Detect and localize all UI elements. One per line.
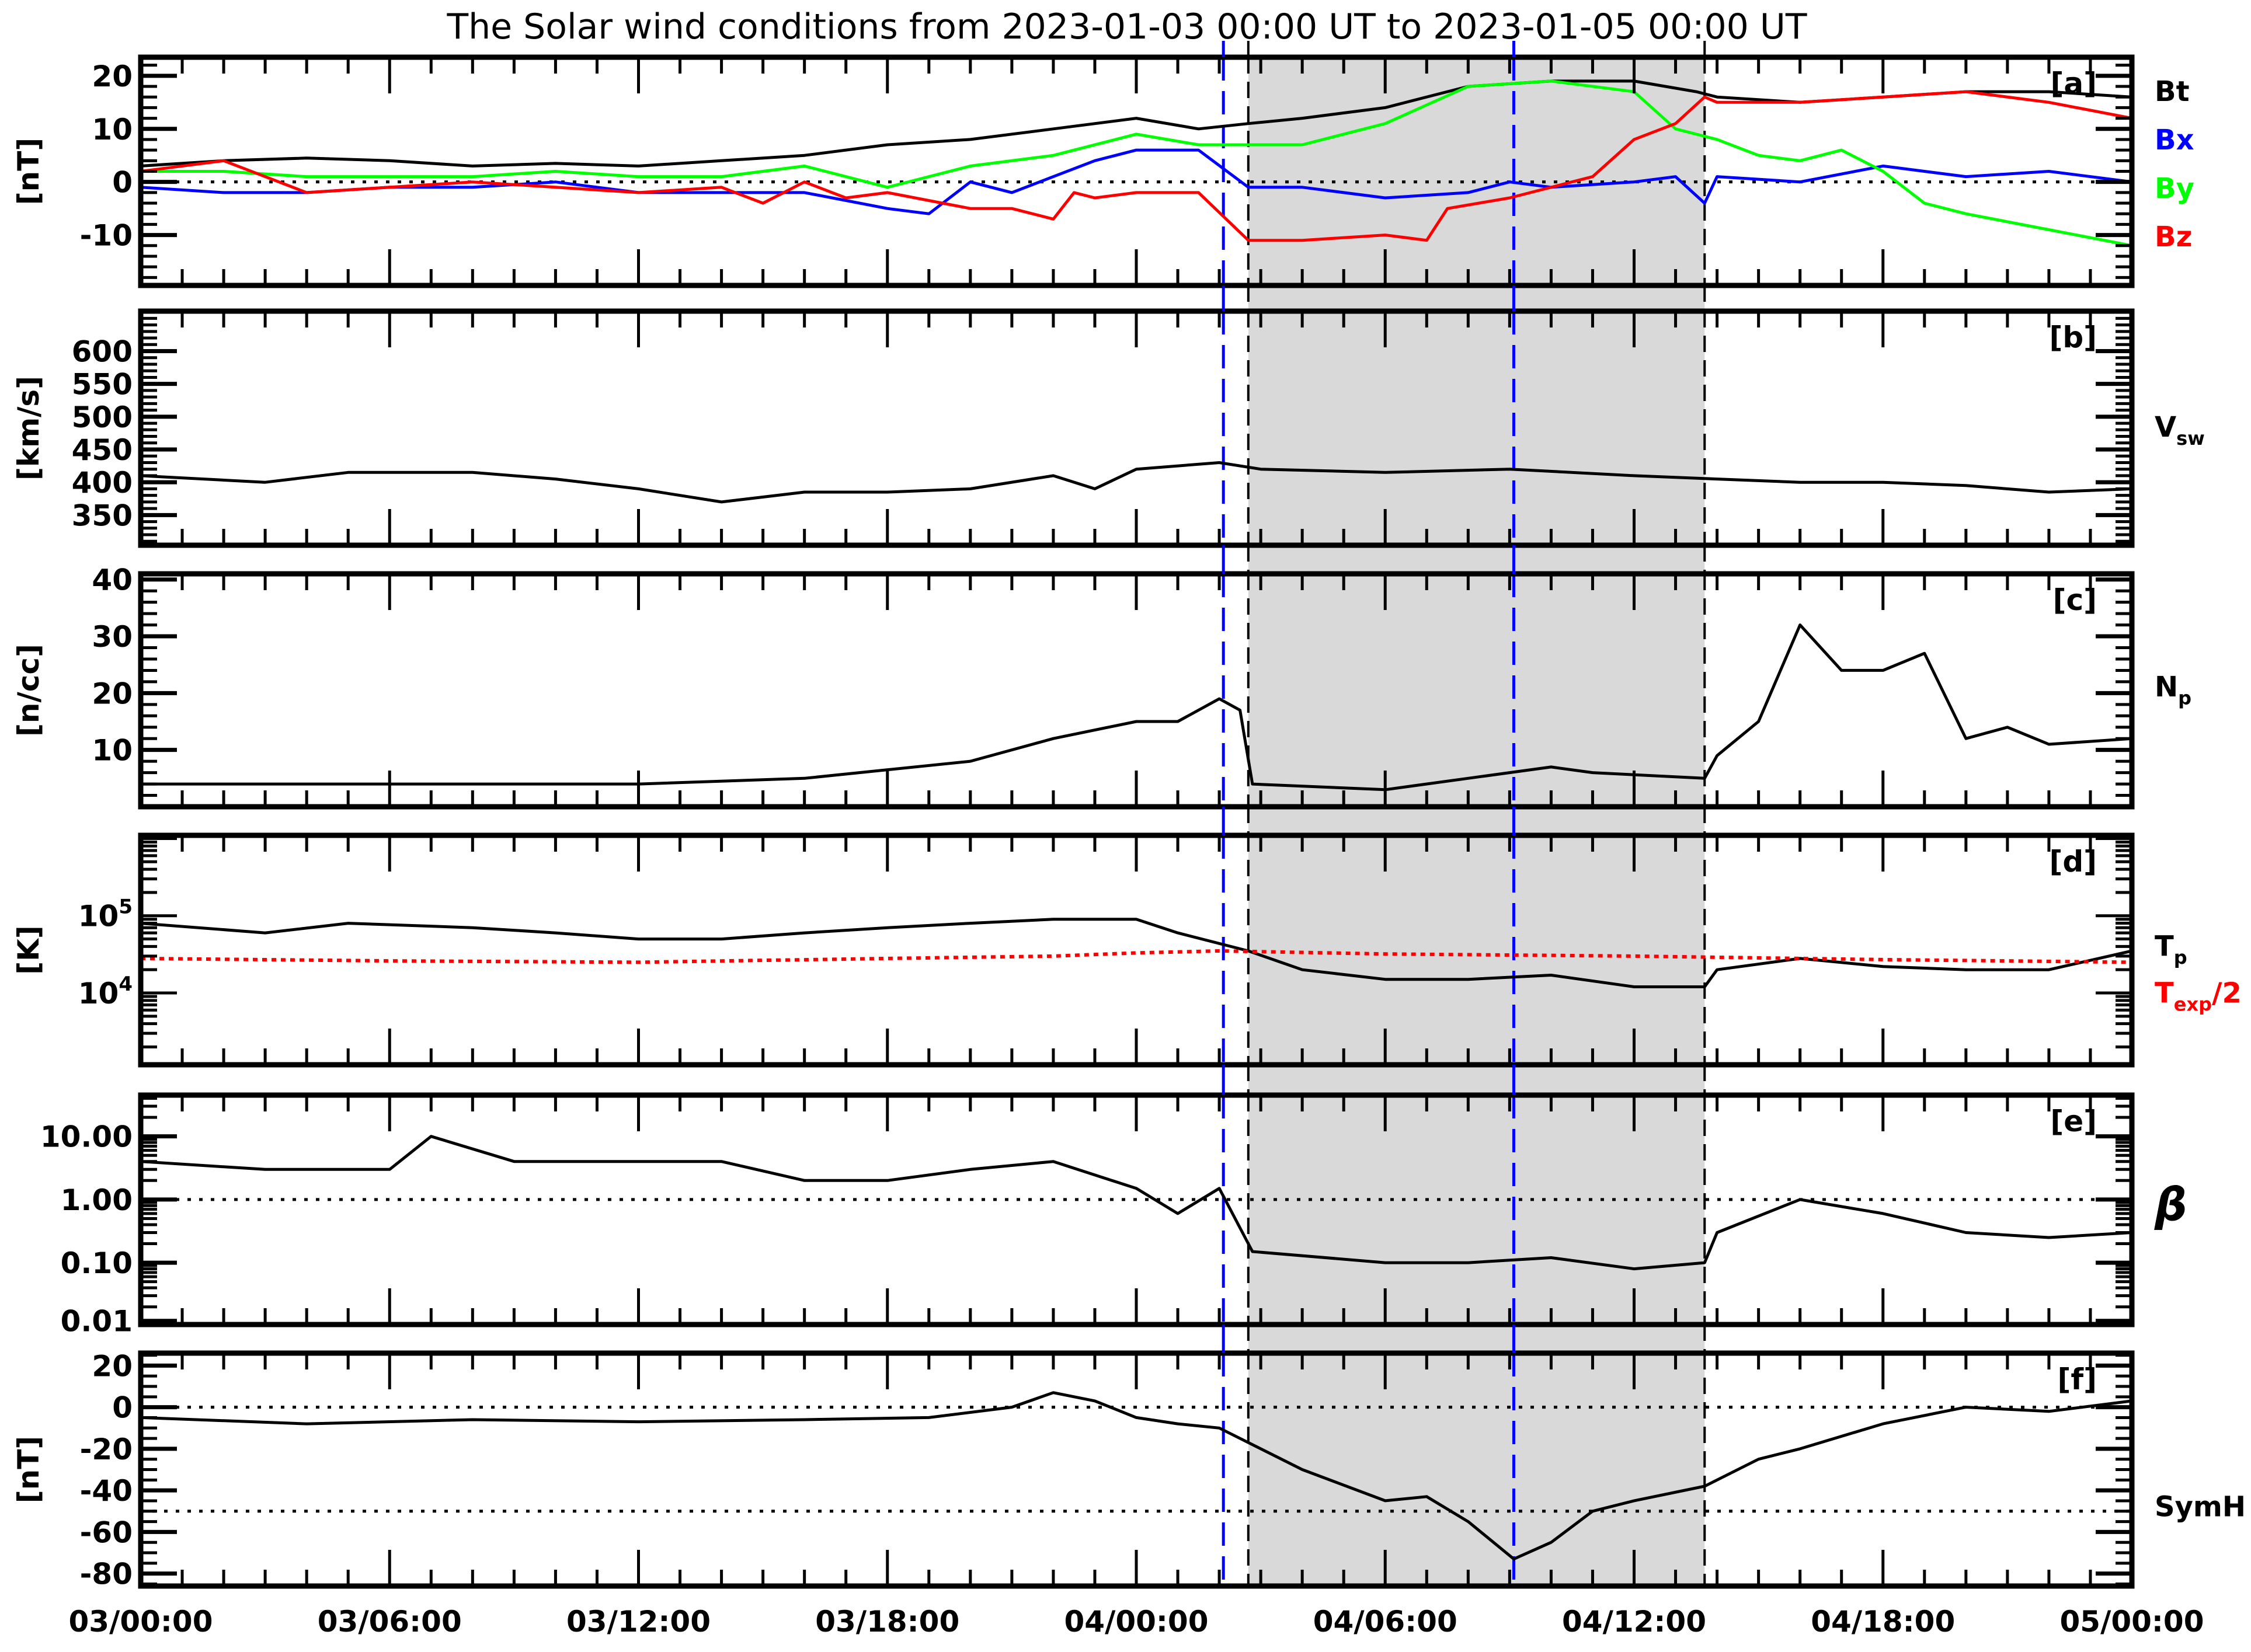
- legend-label-main: N: [2155, 671, 2178, 703]
- y-tick-label: 30: [92, 620, 133, 654]
- y-tick-exponent: 5: [119, 895, 133, 919]
- y-tick-label: 104: [78, 973, 133, 1010]
- y-tick-label: -20: [80, 1433, 133, 1466]
- y-tick-label: -80: [80, 1557, 133, 1591]
- x-tick-label: 04/00:00: [1064, 1605, 1209, 1639]
- legend-label-bt: Bt: [2155, 75, 2190, 108]
- panel-b: 350400450500550600 [km/s] [b] Vsw: [12, 308, 2205, 548]
- y-tick-label: 400: [72, 466, 133, 500]
- series-vsw: [141, 461, 2132, 504]
- panel-letter: [e]: [2050, 1104, 2097, 1138]
- panel-letter: [c]: [2053, 583, 2097, 617]
- series-beta: [141, 1135, 2132, 1271]
- legend-label-subscript: sw: [2176, 427, 2205, 449]
- x-tick-label: 03/18:00: [815, 1605, 959, 1639]
- y-tick-label: 500: [72, 400, 133, 434]
- legend-label-β: β: [2154, 1179, 2187, 1232]
- y-axis-label: [nT]: [12, 138, 46, 205]
- panel-f: -80 -60 -40 -20 0 20 [nT] [f] SymH: [12, 1349, 2246, 1591]
- y-tick-label: -40: [80, 1474, 133, 1508]
- legend-label-subscript: p: [2174, 947, 2187, 969]
- legend-label-main: Bx: [2155, 124, 2194, 156]
- x-tick-label: 03/00:00: [69, 1605, 213, 1639]
- panel-letter: [f]: [2058, 1362, 2097, 1396]
- y-tick-label: -10: [80, 219, 133, 253]
- y-axis-label: [K]: [12, 925, 46, 974]
- legend-label-main: T: [2155, 930, 2174, 963]
- legend-label-main: Bt: [2155, 75, 2190, 108]
- legend-label-tail: /2: [2212, 977, 2242, 1010]
- series-texp-2: [141, 949, 2132, 964]
- y-tick-exponent: 4: [119, 973, 133, 996]
- y-tick-label: 20: [92, 1349, 133, 1383]
- y-tick-label: 20: [92, 60, 133, 93]
- x-tick-label: 04/12:00: [1562, 1605, 1706, 1639]
- panel-e: 0.01 0.10 1.00 10.00 [e] β: [40, 1092, 2187, 1339]
- y-tick-label: 550: [72, 368, 133, 402]
- legend-label-texp: Texp/2: [2155, 977, 2242, 1016]
- legend-label-tp: Tp: [2155, 930, 2187, 969]
- y-tick-label: 350: [72, 499, 133, 532]
- y-tick-label: 40: [92, 563, 133, 597]
- legend-label-vsw: Vsw: [2155, 411, 2205, 449]
- legend-label-by: By: [2155, 172, 2194, 205]
- legend-label-bz: Bz: [2155, 221, 2193, 253]
- legend-label-bx: Bx: [2155, 124, 2194, 156]
- panel-letter: [a]: [2051, 67, 2097, 100]
- x-tick-label: 04/06:00: [1313, 1605, 1457, 1639]
- y-tick-label: 0.10: [61, 1246, 133, 1280]
- y-tick-label: 600: [72, 335, 133, 369]
- y-tick-label: 10: [92, 734, 133, 768]
- y-tick-label: 0: [112, 166, 133, 200]
- y-tick-label: 1.00: [61, 1183, 133, 1217]
- legend-label-np: Np: [2155, 671, 2191, 709]
- panel-letter: [b]: [2050, 320, 2097, 354]
- y-tick-label: 105: [78, 895, 133, 933]
- y-axis-label: [n/cc]: [12, 644, 46, 737]
- legend-label-main: SymH: [2155, 1491, 2246, 1524]
- chart-title: The Solar wind conditions from 2023-01-0…: [446, 6, 1807, 47]
- y-tick-label: 10.00: [40, 1120, 133, 1154]
- y-tick-label: 20: [92, 677, 133, 710]
- legend-label-main: β: [2154, 1179, 2187, 1232]
- y-tick-label: 450: [72, 433, 133, 467]
- legend-label-main: V: [2155, 411, 2176, 444]
- x-tick-label: 03/06:00: [318, 1605, 462, 1639]
- series-symh: [141, 1391, 2132, 1561]
- x-tick-label: 04/18:00: [1811, 1605, 1955, 1639]
- legend-label-symh: SymH: [2155, 1491, 2246, 1524]
- y-tick-label: 0: [112, 1391, 133, 1425]
- legend-label-main: T: [2155, 977, 2174, 1010]
- solar-wind-chart: The Solar wind conditions from 2023-01-0…: [12, 6, 2246, 1639]
- series-bz: [141, 90, 2132, 242]
- y-tick-label: 10: [92, 113, 133, 147]
- legend-label-subscript: p: [2178, 687, 2191, 709]
- x-tick-label: 05/00:00: [2060, 1605, 2204, 1639]
- panel-letter: [d]: [2050, 845, 2097, 879]
- x-tick-label: 03/12:00: [566, 1605, 711, 1639]
- legend-label-main: By: [2155, 172, 2194, 205]
- y-tick-label: -60: [80, 1515, 133, 1549]
- y-axis-label: [km/s]: [12, 376, 46, 480]
- y-axis-label: [nT]: [12, 1436, 46, 1503]
- panel-d: 104105[K][d]TpTexp/2: [12, 832, 2242, 1068]
- series-tp: [141, 918, 2132, 988]
- legend-label-subscript: exp: [2174, 994, 2212, 1016]
- legend-label-main: Bz: [2155, 221, 2193, 253]
- series-np: [141, 623, 2132, 792]
- panel-c: 10 20 30 40 [n/cc] [c] Np: [12, 563, 2191, 810]
- panel-a: -10 0 10 20 [nT] [a] Bt Bx By Bz: [12, 54, 2194, 288]
- y-tick-label: 0.01: [61, 1305, 133, 1339]
